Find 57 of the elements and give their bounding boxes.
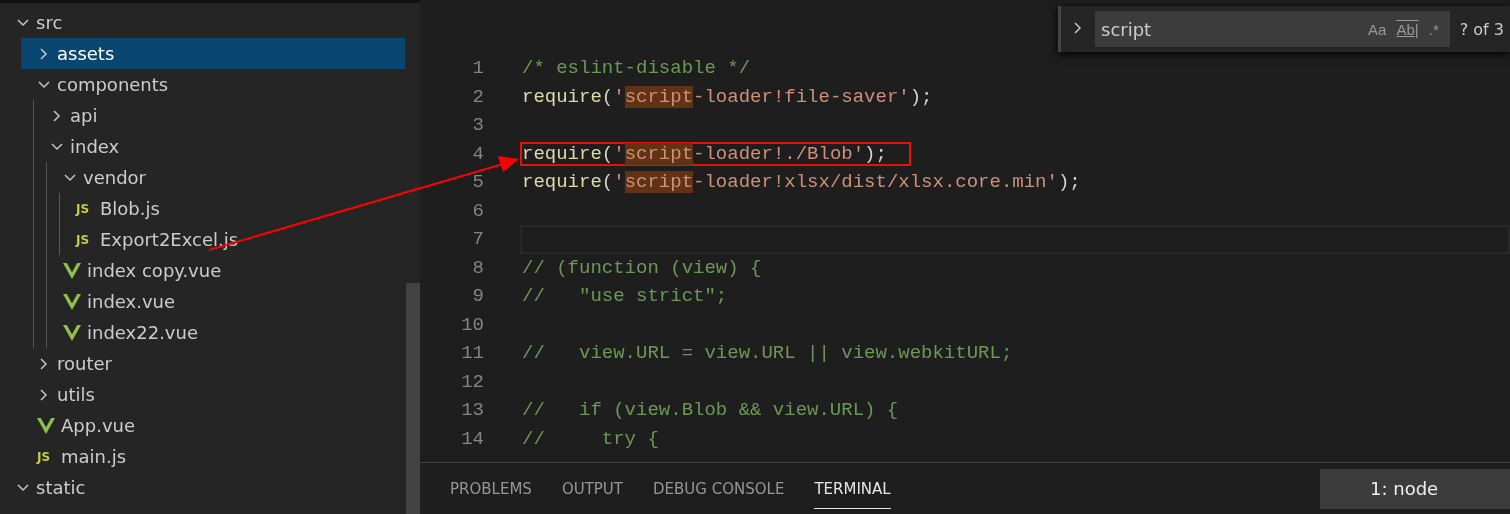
file-item[interactable]: App.vue xyxy=(21,410,405,441)
search-option-button[interactable]: .* xyxy=(1423,20,1444,38)
file-item[interactable]: index copy.vue xyxy=(47,255,405,286)
search-field[interactable]: script Aa Ab| .* xyxy=(1095,11,1450,47)
js-file-icon: JS xyxy=(76,201,94,216)
match-count: ? of 3 xyxy=(1459,19,1504,39)
line-number: 14 xyxy=(460,427,484,450)
line-number: 3 xyxy=(471,114,484,137)
js-file-icon: JS xyxy=(76,232,94,247)
line-number: 2 xyxy=(471,85,484,108)
panel-tab[interactable]: DEBUG CONSOLE xyxy=(653,468,785,509)
folder-item[interactable]: static xyxy=(0,472,405,503)
code-line: // "use strict"; xyxy=(522,285,728,308)
line-number: 7 xyxy=(471,228,484,251)
line-number: 12 xyxy=(460,370,484,393)
line-number: 8 xyxy=(471,256,484,279)
code-line: // view.URL = view.URL || view.webkitURL; xyxy=(522,342,1013,365)
js-file-icon: JS xyxy=(37,449,55,464)
file-item[interactable]: JS main.js xyxy=(21,441,405,472)
vue-file-icon xyxy=(37,417,55,434)
panel-tab[interactable]: OUTPUT xyxy=(561,468,623,509)
code-line: require('script-loader!file-saver'); xyxy=(522,85,933,108)
line-number: 13 xyxy=(460,399,484,422)
line-number: 9 xyxy=(471,285,484,308)
file-item[interactable]: JS Blob.js xyxy=(60,193,405,224)
vue-file-icon xyxy=(63,262,81,279)
folder-item[interactable]: utils xyxy=(21,379,405,410)
line-number: 11 xyxy=(460,342,484,365)
code-line: /* eslint-disable */ xyxy=(522,57,751,80)
search-option-button[interactable]: Ab| xyxy=(1391,20,1424,38)
panel-tab[interactable]: PROBLEMS xyxy=(450,468,532,509)
code-line: require('script-loader!./Blob'); xyxy=(522,142,887,165)
folder-item[interactable]: assets xyxy=(21,38,405,69)
line-number: 5 xyxy=(471,171,484,194)
scrollbar-thumb[interactable] xyxy=(406,283,420,514)
code-line: // try { xyxy=(522,427,659,450)
panel-tab[interactable]: TERMINAL xyxy=(814,468,891,509)
code-line: // if (view.Blob && view.URL) { xyxy=(522,399,899,422)
vue-file-icon xyxy=(63,293,81,310)
terminal-select[interactable]: 1: node xyxy=(1320,468,1510,509)
file-item[interactable]: index.vue xyxy=(47,286,405,317)
line-number: 6 xyxy=(471,199,484,222)
folder-item[interactable]: components xyxy=(21,69,405,100)
line-number: 1 xyxy=(471,57,484,80)
search-option-button[interactable]: Aa xyxy=(1363,20,1392,38)
folder-item[interactable]: vendor xyxy=(47,162,405,193)
line-number: 10 xyxy=(460,313,484,336)
code-line: // (function (view) { xyxy=(522,256,762,279)
line-number: 4 xyxy=(471,142,484,165)
vue-file-icon xyxy=(63,324,81,341)
file-item[interactable]: JS Export2Excel.js xyxy=(60,224,405,255)
file-item[interactable]: index22.vue xyxy=(47,317,405,348)
folder-item[interactable]: index xyxy=(34,131,405,162)
code-line: require('script-loader!xlsx/dist/xlsx.core.min'); xyxy=(522,171,1081,194)
folder-item[interactable]: api xyxy=(34,100,405,131)
folder-item[interactable]: router xyxy=(21,348,405,379)
folder-item[interactable]: src xyxy=(0,7,405,38)
